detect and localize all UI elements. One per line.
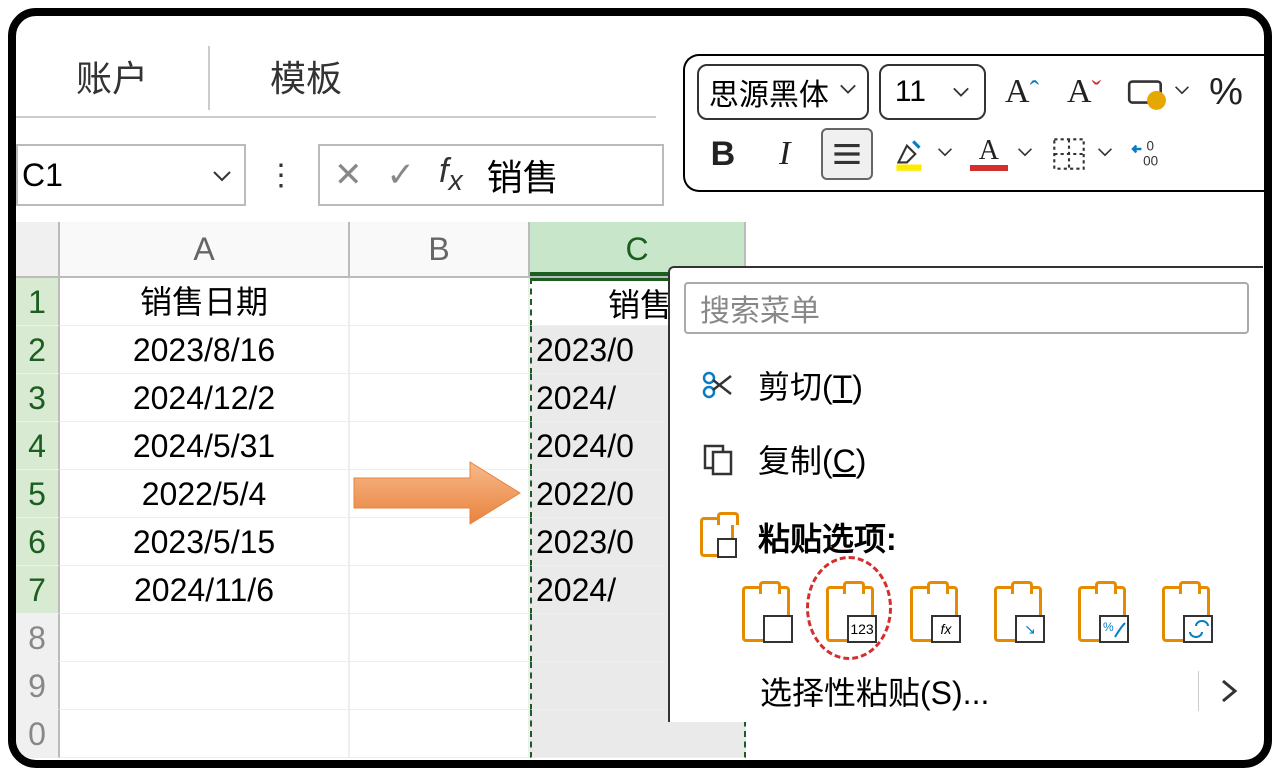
- cell[interactable]: 2024/5/31: [60, 422, 350, 470]
- row-header[interactable]: 1: [16, 278, 60, 326]
- clipboard-icon: [700, 517, 736, 557]
- chevron-down-icon: [952, 75, 970, 109]
- tabs-divider: [16, 116, 656, 118]
- cell[interactable]: [60, 662, 350, 710]
- menu-copy[interactable]: 复制(C): [670, 422, 1263, 496]
- chevron-right-icon[interactable]: [1198, 671, 1239, 711]
- menu-search-input[interactable]: 搜索菜单: [684, 282, 1249, 334]
- cell[interactable]: [350, 614, 530, 662]
- tab-account[interactable]: 账户: [16, 46, 210, 110]
- highlight-icon: [883, 128, 935, 180]
- svg-text:00: 00: [1143, 154, 1158, 169]
- cancel-icon[interactable]: ✕: [334, 155, 363, 195]
- chevron-down-icon: [1097, 144, 1113, 165]
- editor-row: C1 ⋮ ✕ ✓ fx 销售: [16, 144, 664, 206]
- col-header-A[interactable]: A: [60, 222, 350, 276]
- chevron-down-icon: [937, 144, 953, 165]
- scissors-icon: [700, 368, 736, 402]
- align-button[interactable]: [821, 128, 873, 180]
- cell[interactable]: 2024/11/6: [60, 566, 350, 614]
- cell[interactable]: 2022/5/4: [60, 470, 350, 518]
- borders-button[interactable]: [1043, 128, 1113, 180]
- formula-bar[interactable]: ✕ ✓ fx 销售: [318, 144, 664, 206]
- chevron-down-icon: [1174, 82, 1190, 103]
- menu-cut-label: 剪切(T): [758, 362, 863, 408]
- chevron-down-icon: [212, 157, 232, 194]
- row-header[interactable]: 5: [16, 470, 60, 518]
- font-size-select[interactable]: 11: [879, 64, 986, 120]
- menu-copy-label: 复制(C): [758, 436, 866, 482]
- row-header[interactable]: 2: [16, 326, 60, 374]
- bold-button[interactable]: B: [697, 128, 749, 180]
- cell[interactable]: [350, 662, 530, 710]
- cell[interactable]: [350, 278, 530, 326]
- accept-icon[interactable]: ✓: [387, 155, 416, 195]
- percent-button[interactable]: %: [1200, 66, 1252, 118]
- more-dots-icon[interactable]: ⋮: [260, 158, 304, 193]
- tab-template[interactable]: 模板: [210, 46, 402, 110]
- paste-special-label[interactable]: 选择性粘贴(S)...: [760, 668, 989, 714]
- paste-options-row: 123 fx ↘ %: [670, 568, 1263, 656]
- font-color-icon: A: [963, 128, 1015, 180]
- svg-text:0: 0: [1146, 139, 1153, 154]
- search-placeholder: 搜索菜单: [700, 286, 820, 330]
- menu-cut[interactable]: 剪切(T): [670, 348, 1263, 422]
- floating-toolbar: 思源黑体 11 Aˆ Aˇ %: [683, 54, 1264, 192]
- row-header[interactable]: 4: [16, 422, 60, 470]
- row-header[interactable]: 0: [16, 710, 60, 758]
- app-frame: 账户 模板 C1 ⋮ ✕ ✓ fx 销售 思源黑体: [8, 8, 1272, 768]
- col-header-B[interactable]: B: [350, 222, 530, 276]
- paste-formatting-button[interactable]: %: [1070, 578, 1134, 642]
- cell[interactable]: [60, 710, 350, 758]
- name-box[interactable]: C1: [16, 144, 246, 206]
- chevron-down-icon: [839, 80, 857, 104]
- top-tabs: 账户 模板: [16, 46, 402, 110]
- decrease-font-icon[interactable]: Aˇ: [1058, 66, 1110, 118]
- cell[interactable]: 销售日期: [60, 278, 350, 326]
- select-all-corner[interactable]: [16, 222, 60, 276]
- font-color-button[interactable]: A: [963, 128, 1033, 180]
- cell[interactable]: [350, 374, 530, 422]
- row-header[interactable]: 3: [16, 374, 60, 422]
- cell[interactable]: [350, 710, 530, 758]
- cell[interactable]: [60, 614, 350, 662]
- paste-transpose-button[interactable]: ↘: [986, 578, 1050, 642]
- paste-formulas-button[interactable]: fx: [902, 578, 966, 642]
- italic-button[interactable]: I: [759, 128, 811, 180]
- paste-values-button[interactable]: 123: [818, 578, 882, 642]
- paste-options-label: 粘贴选项:: [670, 496, 1263, 568]
- currency-icon: [1120, 66, 1172, 118]
- context-menu: 搜索菜单 剪切(T) 复制(C) 粘贴选项:: [668, 266, 1263, 722]
- name-box-value: C1: [18, 157, 63, 194]
- increase-font-icon[interactable]: Aˆ: [996, 66, 1048, 118]
- font-name-value: 思源黑体: [709, 70, 829, 114]
- svg-text:%: %: [1103, 620, 1114, 634]
- cell[interactable]: [350, 326, 530, 374]
- copy-icon: [700, 442, 736, 476]
- cell[interactable]: 2024/12/2: [60, 374, 350, 422]
- row-header[interactable]: 9: [16, 662, 60, 710]
- row-header[interactable]: 6: [16, 518, 60, 566]
- row-header[interactable]: 7: [16, 566, 60, 614]
- paste-link-button[interactable]: [1154, 578, 1218, 642]
- row-header[interactable]: 8: [16, 614, 60, 662]
- arrow-right-icon: [350, 456, 524, 535]
- paste-all-button[interactable]: [734, 578, 798, 642]
- cell[interactable]: 2023/5/15: [60, 518, 350, 566]
- borders-icon: [1043, 128, 1095, 180]
- font-size-value: 11: [895, 75, 926, 109]
- decrease-decimal-button[interactable]: 000: [1123, 128, 1175, 180]
- cell[interactable]: [350, 566, 530, 614]
- fx-icon[interactable]: fx: [439, 152, 463, 198]
- currency-button[interactable]: [1120, 66, 1190, 118]
- font-name-select[interactable]: 思源黑体: [697, 64, 869, 120]
- chevron-down-icon: [1017, 144, 1033, 165]
- cell[interactable]: 2023/8/16: [60, 326, 350, 374]
- formula-value: 销售: [487, 149, 559, 201]
- highlight-button[interactable]: [883, 128, 953, 180]
